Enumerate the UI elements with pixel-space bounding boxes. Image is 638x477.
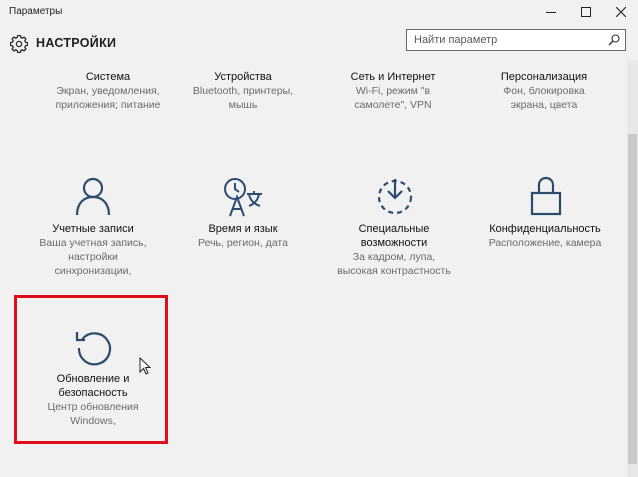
- tile-personalization[interactable]: Персонализация Фон, блокировка экрана, ц…: [469, 70, 619, 112]
- tile-description: За кадром, лупа,: [352, 251, 436, 263]
- page-title: НАСТРОЙКИ: [36, 36, 117, 50]
- tile-description: Bluetooth, принтеры,: [192, 85, 294, 97]
- tile-description: настройки: [68, 251, 118, 263]
- tile-label: Система: [85, 71, 131, 83]
- title-bar: Параметры: [0, 0, 638, 26]
- tile-accounts[interactable]: Учетные записи Ваша учетная запись, наст…: [18, 222, 168, 278]
- minimize-button[interactable]: [532, 0, 570, 24]
- mouse-pointer-icon: [139, 357, 151, 375]
- tile-description: синхронизации,: [54, 265, 132, 277]
- time-language-icon: [224, 178, 262, 217]
- tile-description: приложения; питание: [55, 99, 161, 111]
- tile-label: Специальные: [358, 223, 430, 235]
- scrollbar-thumb[interactable]: [628, 134, 637, 464]
- tile-description: Расположение, камера: [488, 237, 602, 249]
- search-icon[interactable]: [608, 34, 620, 46]
- tile-label: возможности: [360, 237, 428, 249]
- tile-description: экрана, цвета: [510, 99, 578, 111]
- maximize-button[interactable]: [567, 0, 605, 24]
- person-icon: [75, 177, 111, 216]
- tile-description: Ваша учетная запись,: [39, 237, 147, 249]
- tile-network[interactable]: Сеть и Интернет Wi-Fi, режим "в самолете…: [318, 70, 468, 112]
- tile-label: Учетные записи: [52, 223, 134, 235]
- tile-devices[interactable]: Устройства Bluetooth, принтеры, мышь: [168, 70, 318, 112]
- tile-description: Wi-Fi, режим "в: [355, 85, 431, 97]
- tile-label: Персонализация: [500, 71, 588, 83]
- tile-label: Время и язык: [208, 223, 278, 235]
- tile-description: мышь: [228, 99, 258, 111]
- gear-icon: [10, 35, 28, 53]
- tile-privacy[interactable]: Конфиденциальность Расположение, камера: [470, 222, 620, 250]
- tile-description: Речь, регион, дата: [198, 237, 288, 249]
- minimize-icon: [546, 12, 556, 13]
- lock-icon: [530, 176, 562, 216]
- maximize-icon: [581, 7, 591, 17]
- close-icon: [616, 7, 626, 17]
- search-input[interactable]: [407, 30, 604, 50]
- close-button[interactable]: [602, 0, 638, 24]
- window-title: Параметры: [9, 6, 63, 17]
- tile-time-language[interactable]: Время и язык Речь, регион, дата: [168, 222, 318, 250]
- search-box[interactable]: [406, 29, 626, 51]
- tile-description: высокая контрастность: [337, 265, 451, 277]
- tile-system[interactable]: Система Экран, уведомления, приложения; …: [33, 70, 183, 112]
- tile-label: Конфиденциальность: [489, 223, 601, 235]
- tile-description: Экран, уведомления,: [56, 85, 160, 97]
- tile-description: самолете", VPN: [354, 99, 432, 111]
- tile-ease-of-access[interactable]: Специальные возможности За кадром, лупа,…: [319, 222, 469, 278]
- tile-label: Устройства: [214, 71, 272, 83]
- tile-label: Сеть и Интернет: [350, 71, 436, 83]
- tile-description: Фон, блокировка: [503, 85, 585, 97]
- ease-of-access-icon: [377, 179, 413, 215]
